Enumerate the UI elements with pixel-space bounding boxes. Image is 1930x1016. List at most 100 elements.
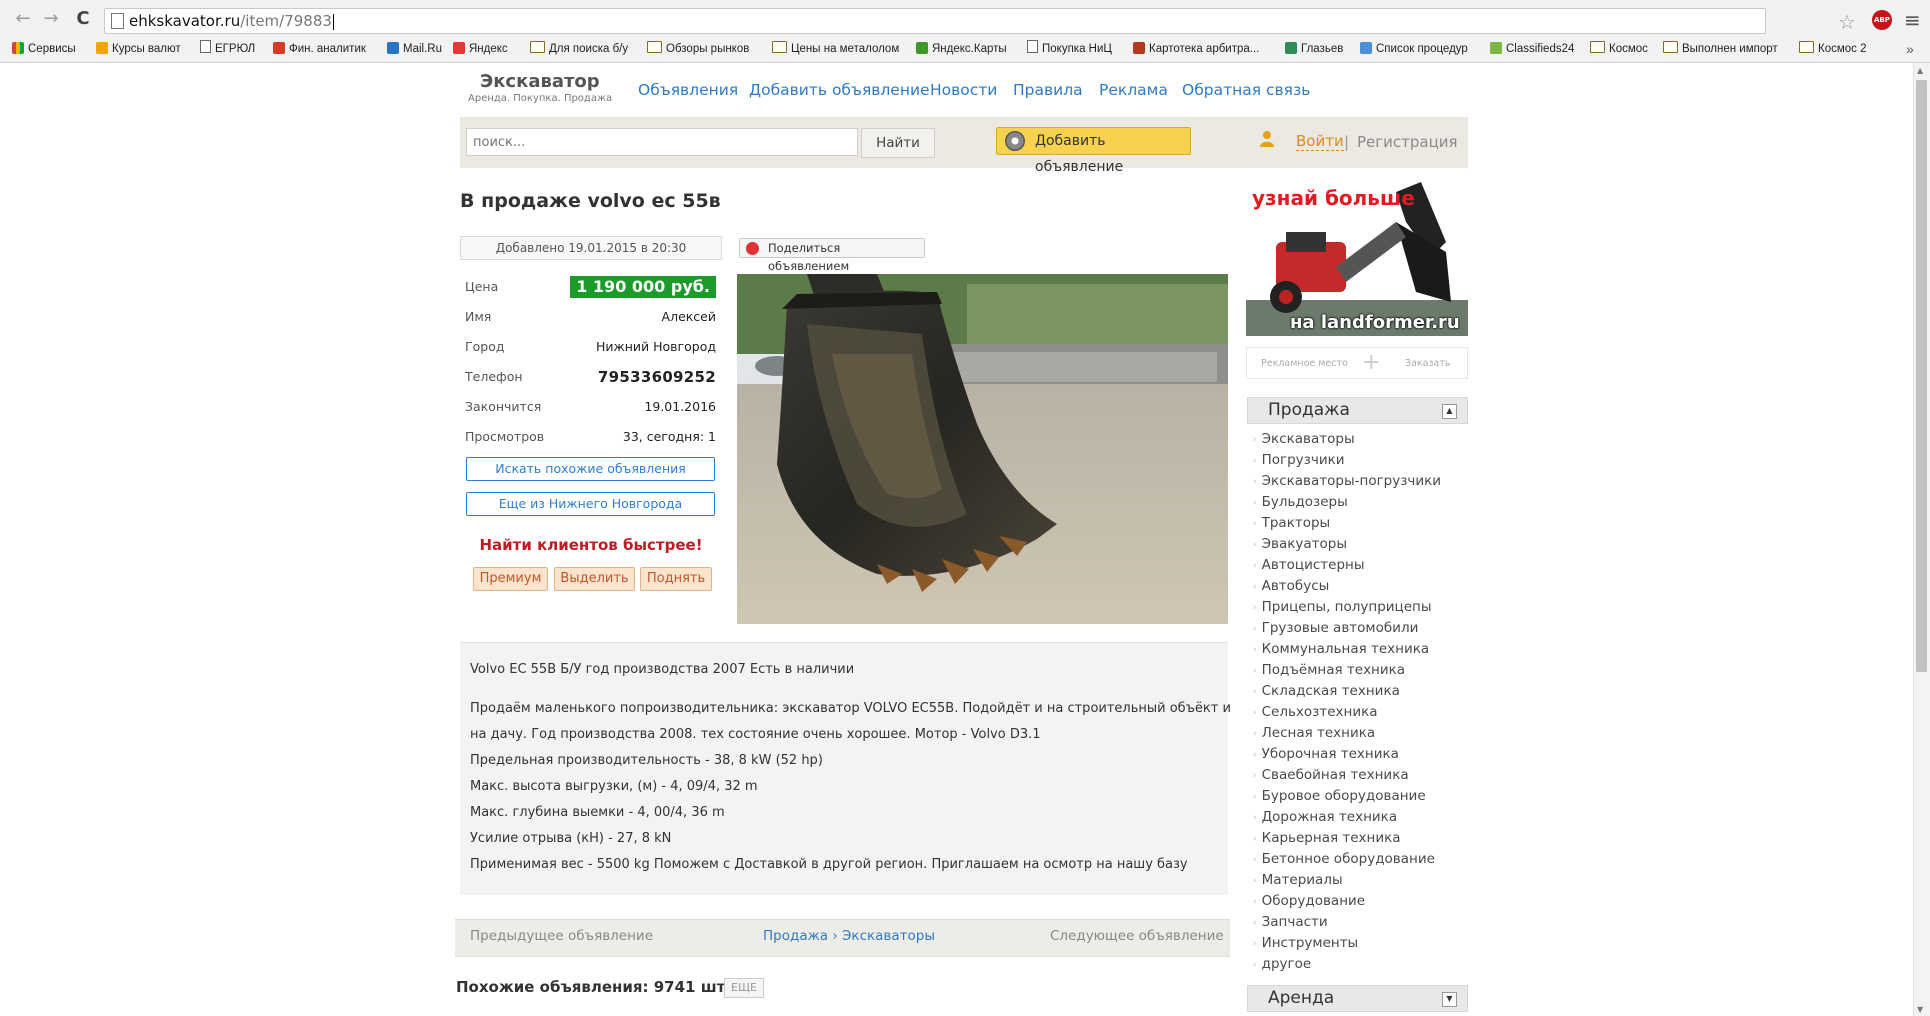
search-button[interactable]: Найти (861, 128, 935, 158)
premium-button[interactable]: Премиум (473, 567, 548, 591)
order-ad-link[interactable]: Заказать (1405, 358, 1450, 369)
sidebar-category-item[interactable]: › Эвакуаторы (1253, 536, 1347, 552)
back-icon[interactable]: ← (12, 8, 34, 30)
bookmark-label: Выполнен импорт (1682, 43, 1778, 55)
bookmark-item[interactable]: Выполнен импорт (1663, 40, 1778, 58)
sidebar-category-item[interactable]: › Оборудование (1253, 893, 1365, 909)
bookmark-item[interactable]: Яндекс.Карты (916, 40, 1007, 58)
sidebar-category-item[interactable]: › Автобусы (1253, 578, 1329, 594)
bookmark-item[interactable]: Цены на металолом (772, 40, 899, 58)
rent-category-header[interactable]: Аренда ▼ (1247, 985, 1468, 1012)
sidebar-category-item[interactable]: › Сваебойная техника (1253, 767, 1409, 783)
sidebar-category-item[interactable]: › Погрузчики (1253, 452, 1345, 468)
sidebar-category-item[interactable]: › Дорожная техника (1253, 809, 1397, 825)
sidebar-category-item[interactable]: › Лесная техника (1253, 725, 1375, 741)
nav-feedback[interactable]: Обратная связь (1182, 81, 1310, 99)
browser-menu-icon[interactable]: ≡ (1904, 8, 1921, 32)
next-ad-link[interactable]: Следующее объявление (1050, 928, 1224, 944)
sidebar-category-item[interactable]: › Инструменты (1253, 935, 1358, 951)
chevron-right-icon: › (1253, 477, 1257, 487)
nav-add-ad[interactable]: Добавить объявление (749, 81, 930, 99)
nav-advertising[interactable]: Реклама (1099, 81, 1168, 99)
bookmark-item[interactable]: Покупка НиЦ (1027, 40, 1112, 58)
site-favicon-icon (1360, 42, 1372, 54)
ad-slot[interactable]: Рекламное место + Заказать (1246, 347, 1468, 379)
sidebar-category-item[interactable]: › Бульдозеры (1253, 494, 1348, 510)
search-similar-button[interactable]: Искать похожие объявления (466, 457, 715, 481)
address-bar[interactable]: ehkskavator.ru/item/79883 (104, 8, 1766, 34)
sale-category-header[interactable]: Продажа ▲ (1247, 397, 1468, 424)
adblock-icon[interactable]: ABP (1872, 10, 1892, 30)
reload-icon[interactable]: C (72, 8, 94, 30)
description-line: Усилие отрыва (кН) - 27, 8 kN (470, 831, 672, 846)
listing-photo[interactable] (737, 274, 1228, 624)
scroll-up-icon[interactable]: ▲ (1917, 66, 1923, 75)
sidebar-category-item[interactable]: › Запчасти (1253, 914, 1328, 930)
sidebar-category-item[interactable]: › Экскаваторы-погрузчики (1253, 473, 1441, 489)
highlight-button[interactable]: Выделить (554, 567, 635, 591)
bookmark-item[interactable]: ЕГРЮЛ (200, 40, 255, 58)
sidebar-category-item[interactable]: › Буровое оборудование (1253, 788, 1426, 804)
site-logo[interactable]: Экскаватор Аренда. Покупка. Продажа (468, 71, 612, 104)
expand-icon[interactable]: ▼ (1442, 992, 1457, 1007)
register-link[interactable]: Регистрация (1357, 133, 1458, 151)
prev-ad-link[interactable]: Предыдущее объявление (470, 928, 653, 944)
more-from-city-button[interactable]: Еще из Нижнего Новгорода (466, 492, 715, 516)
scrollbar-thumb[interactable] (1916, 80, 1927, 672)
description-line: Volvo EC 55B Б/У год производства 2007 Е… (470, 662, 855, 677)
nav-rules[interactable]: Правила (1013, 81, 1083, 99)
bookmark-item[interactable]: Яндекс (453, 40, 508, 58)
sidebar-category-item[interactable]: › Грузовые автомобили (1253, 620, 1418, 636)
sidebar-category-item[interactable]: › Экскаваторы (1253, 431, 1355, 447)
search-input[interactable] (466, 128, 858, 156)
more-similar-button[interactable]: ЕЩЕ (724, 978, 764, 998)
sidebar-category-item[interactable]: › Сельхозтехника (1253, 704, 1378, 720)
add-ad-button[interactable]: Добавить объявление (996, 127, 1191, 175)
collapse-icon[interactable]: ▲ (1442, 404, 1457, 419)
sidebar-category-item[interactable]: › Складская техника (1253, 683, 1400, 699)
login-link[interactable]: Войти (1296, 133, 1344, 151)
sidebar-category-item[interactable]: › Уборочная техника (1253, 746, 1399, 762)
sidebar-category-item[interactable]: › Тракторы (1253, 515, 1330, 531)
share-button[interactable]: Поделиться объявлением (739, 238, 925, 273)
nav-ads[interactable]: Объявления (638, 81, 738, 99)
bookmark-item[interactable]: Для поиска б/у (530, 40, 628, 58)
sidebar-category-item[interactable]: › Прицепы, полуприцепы (1253, 599, 1432, 615)
bookmark-item[interactable]: Курсы валют (96, 40, 181, 58)
sidebar-category-item[interactable]: › Коммунальная техника (1253, 641, 1429, 657)
more-bookmarks-icon[interactable]: » (1906, 40, 1914, 58)
bookmark-star-icon[interactable]: ☆ (1838, 10, 1856, 34)
raise-button[interactable]: Поднять (640, 567, 712, 591)
bookmark-item[interactable]: Classifieds24 (1490, 40, 1574, 58)
category-label: Материалы (1261, 872, 1343, 888)
category-label: Тракторы (1261, 515, 1331, 531)
bookmark-label: Космос 2 (1818, 43, 1867, 55)
sidebar-category-item[interactable]: › Материалы (1253, 872, 1343, 888)
folder-icon (1590, 41, 1605, 53)
sidebar-category-item[interactable]: › Бетонное оборудование (1253, 851, 1435, 867)
bookmark-item[interactable]: Космос (1590, 40, 1648, 58)
bookmark-item[interactable]: Mail.Ru (387, 40, 442, 58)
forward-icon[interactable]: → (40, 8, 62, 30)
category-label: Погрузчики (1261, 452, 1345, 468)
bookmark-item[interactable]: Обзоры рынков (647, 40, 749, 58)
scroll-down-icon[interactable]: ▼ (1917, 1005, 1923, 1014)
site-favicon-icon (1490, 42, 1502, 54)
bookmark-item[interactable]: Сервисы (12, 40, 76, 58)
bookmark-item[interactable]: Глазьев (1285, 40, 1343, 58)
chevron-right-icon: › (1253, 876, 1257, 886)
bookmark-item[interactable]: Список процедур (1360, 40, 1468, 58)
sidebar-category-item[interactable]: › Автоцистерны (1253, 557, 1365, 573)
bookmark-item[interactable]: Картотека арбитра... (1133, 40, 1259, 58)
bookmark-item[interactable]: Фин. аналитик (273, 40, 366, 58)
bookmark-label: Космос (1609, 43, 1648, 55)
detail-row-expires: Закончится 19.01.2016 (465, 396, 716, 418)
sidebar-category-item[interactable]: › другое (1253, 956, 1311, 972)
chevron-right-icon: › (1253, 729, 1257, 739)
nav-news[interactable]: Новости (930, 81, 997, 99)
ad-banner[interactable]: узнай больше на landformer.ru (1246, 182, 1468, 336)
breadcrumb[interactable]: Продажа › Экскаваторы (763, 928, 935, 944)
sidebar-category-item[interactable]: › Карьерная техника (1253, 830, 1401, 846)
bookmark-item[interactable]: Космос 2 (1799, 40, 1867, 58)
sidebar-category-item[interactable]: › Подъёмная техника (1253, 662, 1405, 678)
